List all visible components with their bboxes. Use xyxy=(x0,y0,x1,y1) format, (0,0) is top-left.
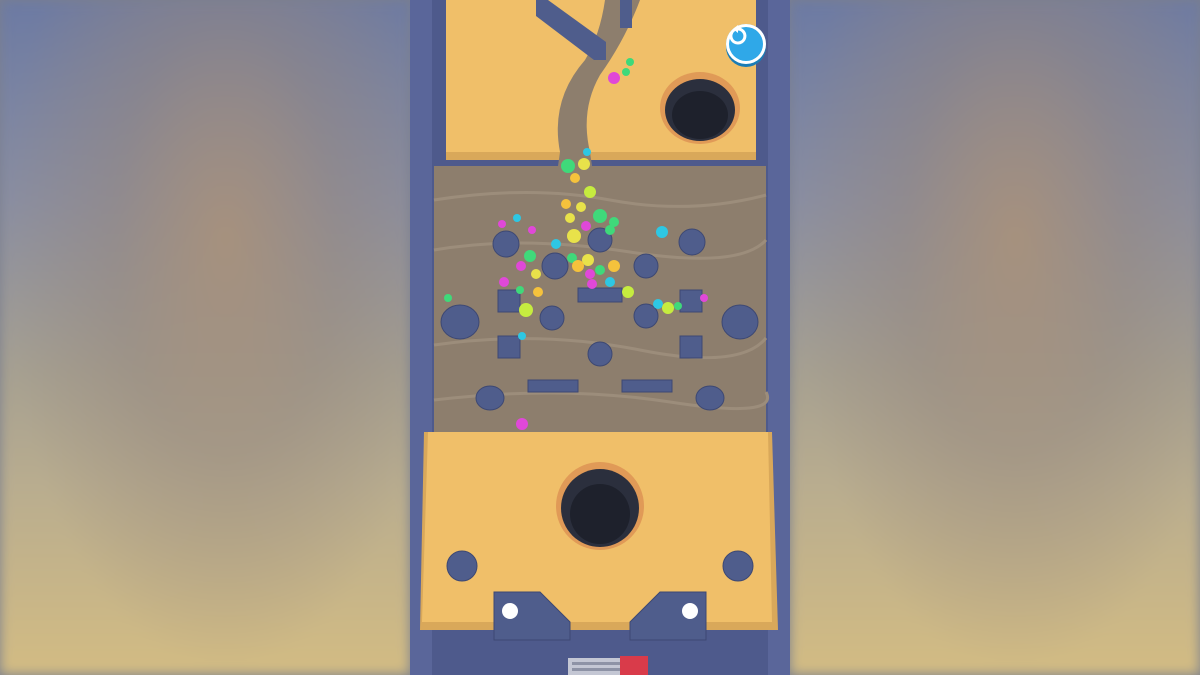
cylinder-obstacle xyxy=(541,252,569,280)
ball xyxy=(593,209,607,223)
cylinder-obstacle xyxy=(633,303,659,329)
ball xyxy=(674,302,682,310)
ball xyxy=(516,286,524,294)
cylinder-obstacle xyxy=(678,228,706,256)
ball xyxy=(533,287,543,297)
cylinder-obstacle xyxy=(492,230,520,258)
cylinder-obstacle xyxy=(695,385,725,411)
goal-hole xyxy=(556,462,644,550)
cylinder-obstacle xyxy=(539,305,565,331)
blurred-background-right xyxy=(790,0,1200,675)
restart-button[interactable] xyxy=(726,24,766,64)
ball xyxy=(567,229,581,243)
ball xyxy=(605,277,615,287)
ball xyxy=(608,72,620,84)
restart-icon xyxy=(729,25,747,45)
ball xyxy=(519,303,533,317)
cube-obstacle xyxy=(497,289,521,313)
ball xyxy=(524,250,536,262)
ball xyxy=(656,226,668,238)
truck xyxy=(568,656,648,675)
blurred-background-left xyxy=(0,0,410,675)
ball xyxy=(622,68,630,76)
ball xyxy=(444,294,452,302)
ball xyxy=(700,294,708,302)
ball xyxy=(578,158,590,170)
cylinder-obstacle xyxy=(440,304,480,340)
game-scene[interactable] xyxy=(410,0,790,675)
ball xyxy=(499,277,509,287)
ball xyxy=(595,265,605,275)
bar-obstacle xyxy=(577,287,623,303)
peg-obstacle xyxy=(722,550,754,582)
ball xyxy=(584,186,596,198)
bar-obstacle xyxy=(621,379,673,393)
ball xyxy=(662,302,674,314)
ball xyxy=(565,213,575,223)
bar-obstacle xyxy=(527,379,579,393)
ball xyxy=(518,332,526,340)
ball xyxy=(570,173,580,183)
ball xyxy=(583,148,591,156)
ball xyxy=(561,159,575,173)
cube-obstacle xyxy=(679,335,703,359)
ball xyxy=(528,226,536,234)
ball xyxy=(513,214,521,222)
ball xyxy=(605,225,615,235)
ball xyxy=(626,58,634,66)
ball xyxy=(576,202,586,212)
ball xyxy=(653,299,663,309)
ball xyxy=(531,269,541,279)
ball xyxy=(587,279,597,289)
cylinder-obstacle xyxy=(587,341,613,367)
ball xyxy=(585,269,595,279)
cube-obstacle xyxy=(679,289,703,313)
ball xyxy=(561,199,571,209)
ball xyxy=(581,221,591,231)
cube-obstacle xyxy=(497,335,521,359)
cylinder-obstacle xyxy=(721,304,759,340)
ball xyxy=(516,418,528,430)
ball xyxy=(516,261,526,271)
game-board[interactable] xyxy=(410,0,790,675)
peg-obstacle xyxy=(446,550,478,582)
ball xyxy=(551,239,561,249)
cylinder-obstacle xyxy=(633,253,659,279)
ball xyxy=(608,260,620,272)
ball xyxy=(498,220,506,228)
ball xyxy=(582,254,594,266)
ball xyxy=(572,260,584,272)
top-hole xyxy=(660,72,740,144)
divider-bar xyxy=(620,0,632,28)
ball xyxy=(622,286,634,298)
cylinder-obstacle xyxy=(475,385,505,411)
